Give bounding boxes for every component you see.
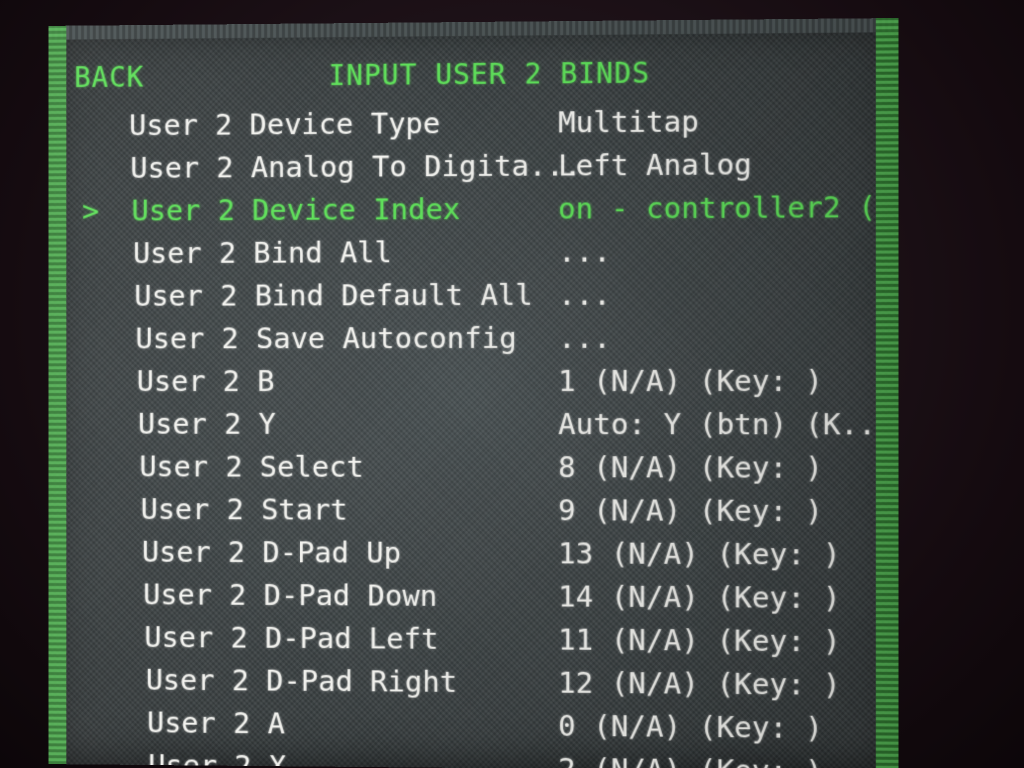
menu-screen: BACK INPUT USER 2 BINDS User 2 Device Ty… [48,18,899,768]
menu-item-label: User 2 A [146,705,285,741]
menu-item-label: User 2 Analog To Digita... [130,148,582,185]
menu-item[interactable]: User 2 Save Autoconfig... [74,316,874,360]
menu-item-value: 2 (N/A) (Key: ) [558,752,823,768]
menu-item-value: 1 (N/A) (Key: ) [558,363,823,399]
screen-right-border [875,18,899,768]
menu-item-value: 0 (N/A) (Key: ) [558,708,823,746]
menu-item-value: 11 (N/A) (Key: ) [558,622,841,659]
menu-item-label: User 2 Start [140,492,348,527]
menu-item-label: User 2 D-Pad Up [141,534,402,570]
menu-item-label: User 2 D-Pad Left [144,620,439,656]
menu-item-label: User 2 Bind All [132,235,392,271]
menu-item[interactable]: User 2 Bind Default All... [74,273,874,318]
menu-item-value: 14 (N/A) (Key: ) [558,579,841,616]
menu-item-value: Left Analog [558,147,752,183]
menu-header: BACK INPUT USER 2 BINDS [74,55,853,101]
back-button[interactable]: BACK [74,61,144,94]
menu-item[interactable]: User 2 D-Pad Up 13 (N/A) (Key: ) [74,531,874,577]
menu-item-label: User 2 D-Pad Right [145,662,458,699]
menu-item-value: Multitap [558,104,699,140]
menu-item-value: 8 (N/A) (Key: ) [558,450,823,485]
menu-item[interactable]: User 2 A 0 (N/A) (Key: ) [74,701,874,751]
bind-list: User 2 Device Type Multitap User 2 Analog … [74,99,874,768]
menu-item-value: on - controller2 (# [558,189,872,226]
menu-item-value: 13 (N/A) (Key: ) [558,536,841,572]
menu-item-label: User 2 B [136,364,275,398]
menu-item-value: 9 (N/A) (Key: ) [558,493,823,529]
menu-item-label: User 2 Save Autoconfig [135,320,517,356]
menu-item[interactable]: > User 2 Device Index on - controller2 (# [74,186,874,233]
menu-item[interactable]: User 2 D-Pad Down 14 (N/A) (Key: ) [74,573,874,620]
menu-item-label: User 2 Select [139,449,364,484]
menu-item[interactable]: User 2 Device Type Multitap [74,99,874,147]
menu-item-value: ... [558,277,611,312]
menu-item-label: User 2 D-Pad Down [143,577,438,613]
menu-item-label: User 2 Y [138,406,276,441]
menu-item[interactable]: User 2 B 1 (N/A) (Key: ) [74,360,874,403]
menu-item[interactable]: User 2 D-Pad Right 12 (N/A) (Key: ) [74,658,874,707]
menu-item-value: ... [558,234,611,269]
menu-item-label: User 2 Device Index [131,192,461,228]
menu-item-label: User 2 X [148,748,287,768]
menu-item[interactable]: User 2 Analog To Digita... Left Analog [74,142,874,190]
menu-item-value: 12 (N/A) (Key: ) [558,665,841,702]
page-title: INPUT USER 2 BINDS [328,56,651,93]
selection-cursor-icon: > [82,193,100,228]
menu-item-value: ... [558,320,611,355]
menu-item[interactable]: User 2 Bind All... [74,229,874,275]
menu-item[interactable]: User 2 Y Auto: Y (btn) (K... [74,403,874,447]
menu-item[interactable]: User 2 Start 9 (N/A) (Key: ) [74,488,874,533]
menu-item-label: User 2 Bind Default All [134,277,533,313]
screen-left-border [48,25,67,765]
menu-item[interactable]: User 2 D-Pad Left 11 (N/A) (Key: ) [74,616,874,664]
menu-item-label: User 2 Device Type [129,106,441,143]
menu-item[interactable]: User 2 Select 8 (N/A) (Key: ) [74,445,874,489]
menu-item-value: Auto: Y (btn) (K... [558,407,872,442]
